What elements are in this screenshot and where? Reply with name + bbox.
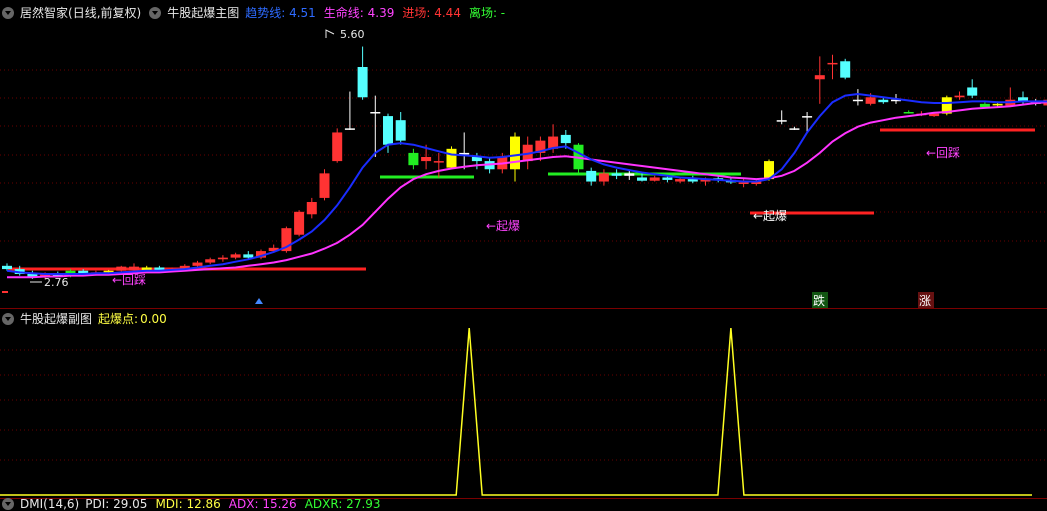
candle-body — [217, 257, 228, 260]
candle-body — [243, 254, 254, 258]
annotation-label: ←起爆 — [753, 209, 787, 223]
candle-body — [852, 99, 863, 102]
candle-body — [878, 99, 889, 103]
candle-body — [421, 157, 432, 162]
marker-label: 涨 — [919, 293, 931, 308]
candle-body — [344, 128, 355, 130]
candle-body — [332, 132, 343, 162]
dmi-legend-item-0: PDI: 29.05 — [85, 497, 148, 511]
candle-body — [662, 177, 673, 180]
annotation-label: ←起爆 — [486, 219, 520, 233]
candle-body — [560, 134, 571, 144]
candle-body — [319, 173, 330, 198]
candle-body — [395, 120, 406, 141]
candle-body — [840, 61, 851, 78]
candle-body — [611, 173, 622, 176]
candle-body — [598, 173, 609, 182]
candle-body — [586, 170, 597, 182]
candle-body — [954, 95, 965, 98]
dmi-legend: PDI: 29.05 MDI: 12.86 ADX: 15.26 ADXR: 27.9… — [85, 497, 380, 511]
candle-body — [865, 97, 876, 104]
candle-body — [370, 112, 381, 114]
candle-body — [129, 266, 139, 270]
dmi-legend-item-1: MDI: 12.86 — [155, 497, 221, 511]
sub-indicator-name[interactable]: 牛股起爆副图 — [20, 310, 92, 328]
dmi-indicator-name[interactable]: DMI(14,6) — [20, 497, 79, 511]
chevron-down-icon[interactable] — [2, 498, 14, 510]
panel-divider[interactable] — [0, 308, 1047, 309]
candle-body — [802, 116, 813, 118]
candle-body — [827, 62, 838, 65]
candle-body — [383, 116, 393, 145]
annotation-label: ←回踩 — [926, 146, 960, 160]
candle-body — [903, 112, 914, 114]
life-line — [7, 101, 1047, 279]
candle-body — [979, 103, 990, 108]
candle-body — [510, 136, 520, 170]
candle-body — [433, 161, 444, 163]
tick-mark — [2, 291, 8, 293]
marker-label: 跌 — [813, 293, 825, 308]
candle-body — [357, 67, 368, 98]
candle-body — [967, 87, 978, 96]
signal-line — [0, 327, 1032, 496]
candle-body — [624, 173, 635, 176]
candle-body — [789, 128, 800, 130]
candle-body — [814, 75, 825, 80]
candle-body — [306, 202, 317, 215]
candle-body — [649, 177, 660, 181]
chevron-down-icon[interactable] — [2, 313, 14, 325]
low-price-label: 2.76 — [44, 276, 69, 289]
candle-body — [446, 148, 457, 168]
candle-body — [141, 267, 152, 270]
candle-body — [116, 266, 127, 271]
candle-body — [738, 182, 749, 184]
bottom-panel-header: DMI(14,6) PDI: 29.05 MDI: 12.86 ADX: 15.26… — [0, 497, 381, 511]
dmi-legend-item-2: ADX: 15.26 — [228, 497, 297, 511]
main-chart[interactable]: 5.60 2.76 ←回踩 ←起爆 ←起爆 ←回踩跌 涨 — [0, 0, 1047, 508]
trend-line — [6, 92, 1047, 275]
candle-body — [2, 265, 12, 270]
candle-body — [408, 152, 419, 166]
candle-body — [192, 262, 203, 266]
sub-legend-value: 0.00 — [140, 312, 167, 326]
sub-legend-label: 起爆点: — [98, 312, 139, 326]
high-price-label: 5.60 — [340, 28, 365, 41]
candle-body — [776, 120, 787, 122]
high-price-pointer — [325, 29, 335, 38]
candle-body — [637, 177, 647, 181]
sub-panel-header: 牛股起爆副图 起爆点: 0.00 — [0, 310, 167, 328]
dmi-legend-item-3: ADXR: 27.93 — [304, 497, 381, 511]
candle-body — [230, 254, 241, 258]
candle-body — [675, 179, 686, 182]
candle-body — [992, 103, 1003, 106]
annotation-label: ←回踩 — [112, 273, 146, 287]
candle-body — [205, 259, 216, 263]
up-arrow-icon — [255, 298, 263, 304]
candle-body — [294, 211, 305, 235]
